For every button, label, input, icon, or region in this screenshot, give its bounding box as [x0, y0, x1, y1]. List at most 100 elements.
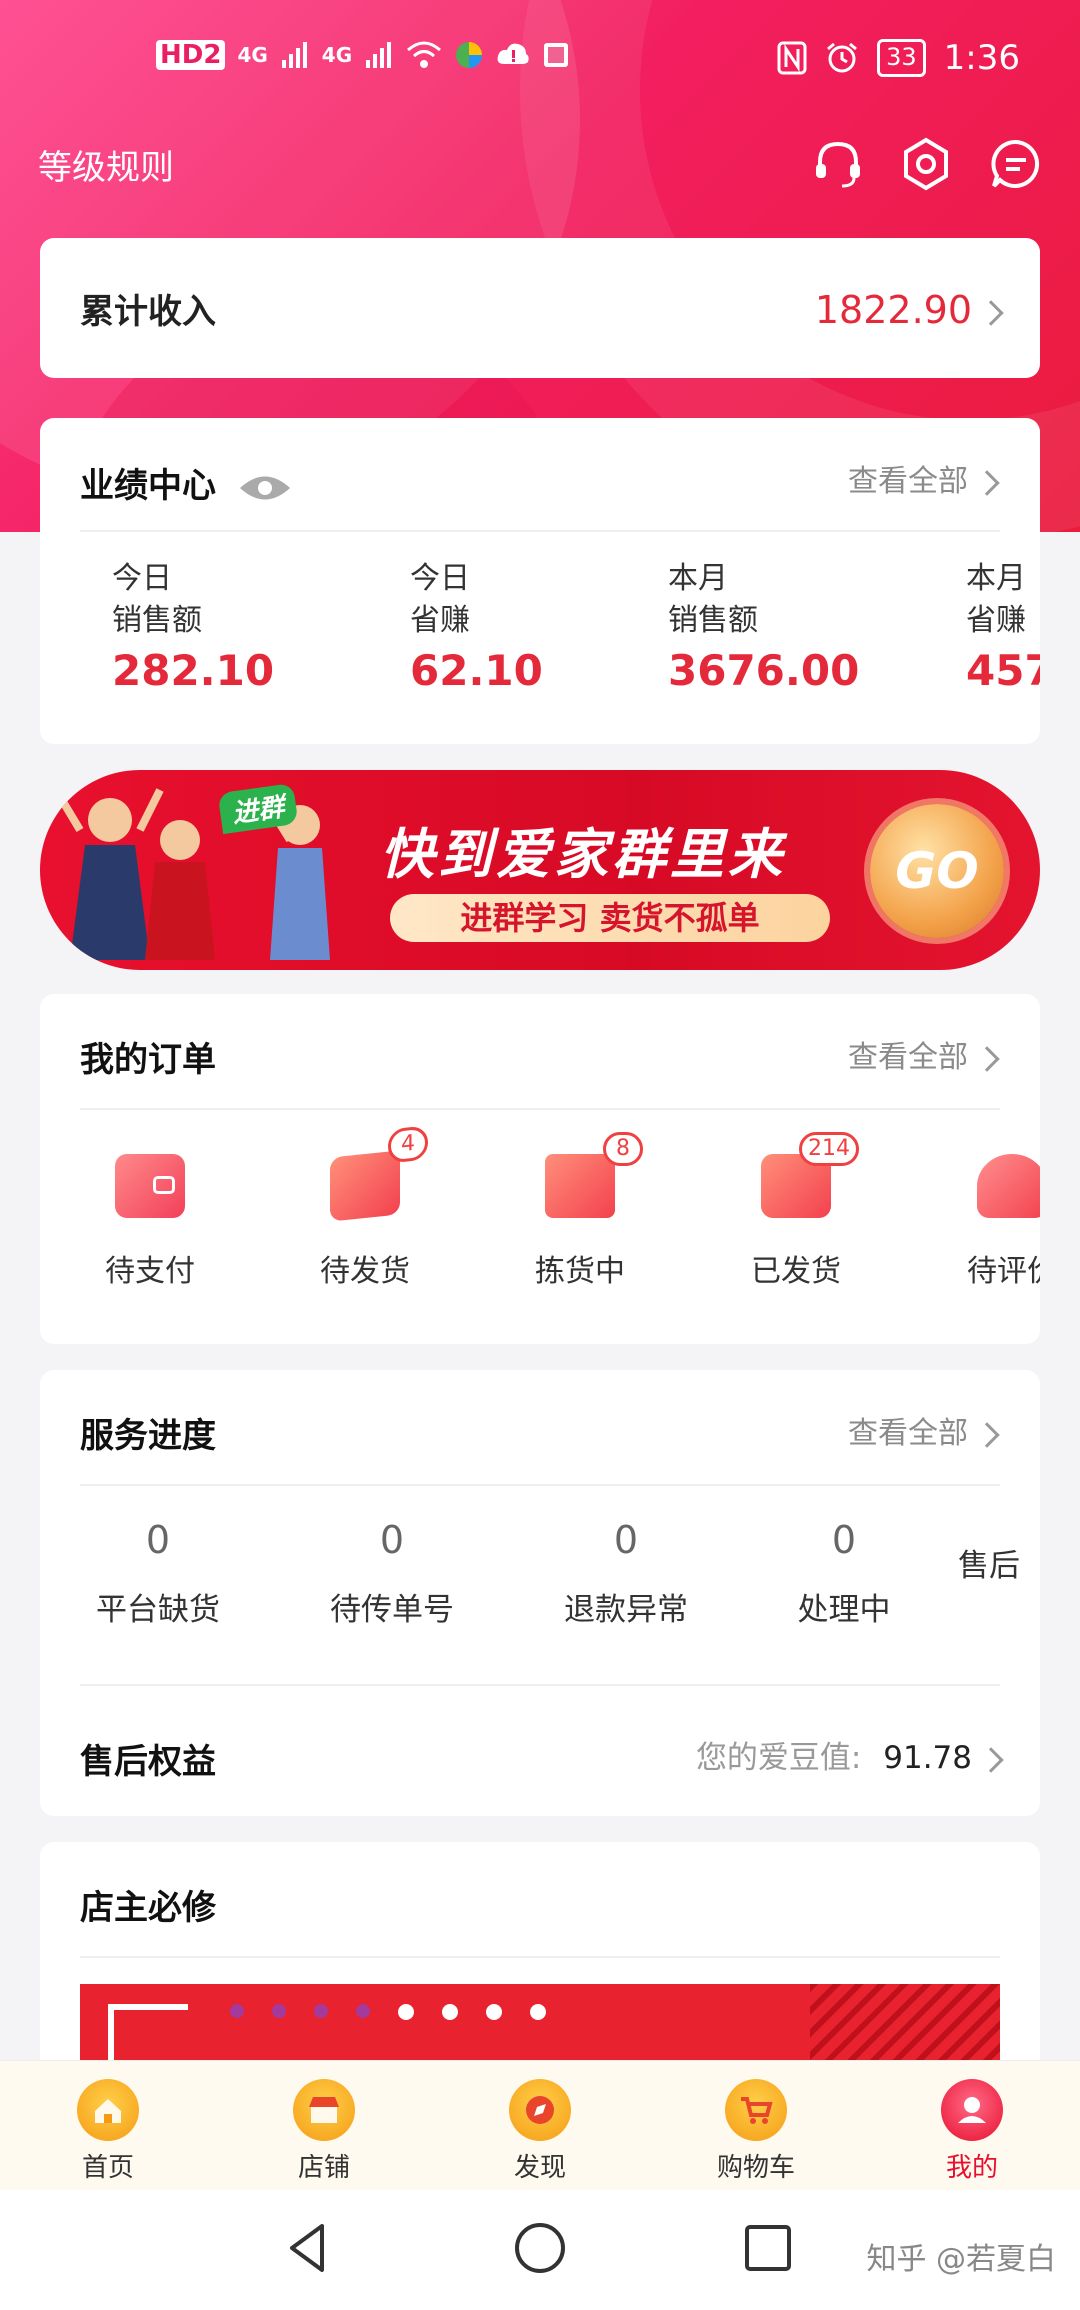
level-rules-link[interactable]: 等级规则 [38, 140, 174, 189]
divider [80, 1108, 1000, 1110]
wallet-icon [115, 1154, 185, 1218]
back-icon[interactable] [278, 2218, 338, 2278]
income-card[interactable]: 累计收入 1822.90 [40, 238, 1040, 378]
nav-mine[interactable]: 我的 [912, 2079, 1032, 2184]
stat-period: 本月 [966, 561, 1026, 596]
order-shipped[interactable]: 214 已发货 [716, 1132, 876, 1290]
stat-value: 3676.00 [668, 646, 860, 695]
wifi-icon [407, 41, 442, 68]
divider [80, 1484, 1000, 1486]
income-value-row: 1822.90 [815, 288, 1004, 332]
clock-time: 1:36 [943, 38, 1020, 78]
view-all-text: 查看全部 [848, 1416, 968, 1451]
service-card: 服务进度 查看全部 0 平台缺货 0 待传单号 0 退款异常 0 处理中 售后 售后权益… [40, 1370, 1040, 1816]
stat-month-savings[interactable]: 本月省赚 457 [966, 558, 1040, 700]
order-badge: 8 [603, 1132, 643, 1166]
stat-period: 本月 [668, 561, 728, 596]
signal-icon-2 [366, 42, 392, 68]
stat-value: 457 [966, 646, 1040, 695]
aidou-row[interactable]: 您的爱豆值: 91.78 [695, 1732, 1004, 1777]
nav-store[interactable]: 店铺 [264, 2079, 384, 2184]
top-bar: 等级规则 [0, 124, 1080, 212]
recents-icon[interactable] [738, 2218, 798, 2278]
aidou-value: 91.78 [883, 1740, 972, 1776]
stat-month-sales[interactable]: 本月销售额 3676.00 [668, 558, 859, 700]
view-all-text: 查看全部 [848, 464, 968, 499]
go-button[interactable]: GO [870, 804, 1004, 938]
nav-home[interactable]: 首页 [48, 2079, 168, 2184]
service-label: 处理中 [797, 1592, 891, 1628]
order-pending-shipment[interactable]: 4 待发货 [285, 1125, 445, 1290]
chevron-right-icon [974, 469, 1000, 496]
service-processing[interactable]: 0 处理中 [744, 1518, 944, 1629]
service-label: 待传单号 [330, 1592, 454, 1628]
must-learn-title: 店主必修 [80, 1888, 216, 1928]
must-learn-card: 店主必修 [40, 1842, 1040, 2082]
box-icon: 4 [330, 1125, 428, 1222]
status-left-icons: HD2 4G 4G [156, 40, 570, 70]
chevron-right-icon [978, 299, 1004, 326]
store-icon [293, 2079, 355, 2141]
nav-label: 我的 [945, 2153, 998, 2183]
nav-label: 购物车 [716, 2153, 795, 2183]
order-picking[interactable]: 8 拣货中 [500, 1132, 660, 1290]
stat-today-sales[interactable]: 今日 销售额 282.10 [112, 558, 274, 700]
profile-icon [941, 2079, 1003, 2141]
cart-icon [725, 2079, 787, 2141]
nav-label: 首页 [81, 2153, 134, 2183]
performance-view-all[interactable]: 查看全部 [848, 456, 1000, 500]
stat-today-savings[interactable]: 今日 省赚 62.10 [410, 558, 543, 700]
settings-icon[interactable] [898, 136, 954, 192]
order-label: 拣货中 [535, 1254, 625, 1289]
network-tag-2: 4G [321, 43, 353, 67]
eye-icon[interactable] [238, 471, 292, 505]
nfc-icon [777, 41, 807, 75]
aidou-label: 您的爱豆值: [695, 1740, 862, 1776]
carousel-dots [230, 2004, 546, 2020]
home-circle-icon[interactable] [510, 2218, 570, 2278]
message-icon[interactable] [988, 136, 1044, 192]
stat-period: 今日 [112, 561, 172, 596]
home-icon [77, 2079, 139, 2141]
cloud-alert-icon [497, 43, 529, 64]
book-icon [544, 43, 569, 67]
banner-subtitle: 进群学习 卖货不孤单 [390, 894, 830, 942]
service-label: 平台缺货 [96, 1592, 220, 1628]
order-pending-review[interactable]: 待评价 [932, 1154, 1040, 1290]
service-title: 服务进度 [80, 1416, 216, 1456]
stat-label: 销售额 [668, 603, 758, 638]
service-view-all[interactable]: 查看全部 [848, 1408, 1000, 1452]
order-pending-payment[interactable]: 待支付 [70, 1154, 230, 1290]
hd-tag: HD2 [156, 40, 226, 70]
people-illustration [46, 777, 330, 960]
view-all-text: 查看全部 [848, 1040, 968, 1075]
headset-icon[interactable] [810, 136, 866, 192]
order-label: 待评价 [967, 1254, 1040, 1289]
service-platform-shortage[interactable]: 0 平台缺货 [58, 1518, 258, 1629]
nav-label: 发现 [513, 2153, 566, 2183]
chevron-right-icon [978, 1746, 1004, 1773]
divider [80, 1684, 1000, 1686]
compass-icon [509, 2079, 571, 2141]
signal-icon [281, 42, 307, 68]
order-badge: 4 [388, 1125, 428, 1164]
stat-label: 省赚 [966, 603, 1026, 638]
order-badge: 214 [799, 1132, 859, 1166]
group-banner[interactable]: 进群 快到爱家群里来 进群学习 卖货不孤单 GO [40, 770, 1040, 970]
stat-label: 销售额 [112, 603, 202, 638]
service-count: 0 [379, 1518, 405, 1562]
watermark: 知乎 @若夏白 [866, 2242, 1056, 2277]
service-refund-exception[interactable]: 0 退款异常 [526, 1518, 726, 1629]
nav-cart[interactable]: 购物车 [696, 2079, 816, 2184]
chevron-right-icon [974, 1045, 1000, 1072]
go-label: GO [895, 842, 979, 900]
service-aftersale[interactable]: 售后 [958, 1518, 1040, 1585]
orders-view-all[interactable]: 查看全部 [848, 1032, 1000, 1076]
banner-title: 快到爱家群里来 [380, 823, 786, 886]
network-tag-1: 4G [237, 43, 268, 67]
service-label: 退款异常 [564, 1592, 688, 1628]
nav-discover[interactable]: 发现 [480, 2079, 600, 2184]
aftersale-title: 售后权益 [80, 1742, 216, 1782]
service-pending-tracking[interactable]: 0 待传单号 [292, 1518, 492, 1629]
performance-card: 业绩中心 查看全部 今日 销售额 282.10 今日 省赚 62.10 本月 销售额 367… [40, 418, 1040, 744]
